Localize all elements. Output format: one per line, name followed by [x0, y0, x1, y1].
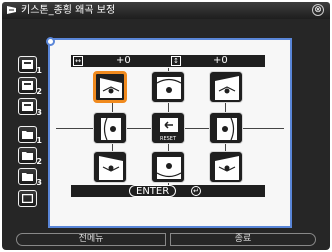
- bottom-right-corner-icon: [215, 156, 239, 180]
- horizontal-value: +0: [116, 55, 131, 66]
- enter-hint-bar: ENTER ↵: [71, 185, 265, 197]
- keystone-bottom-button[interactable]: [151, 151, 185, 183]
- keystone-top-left-button[interactable]: [93, 71, 127, 103]
- memory-3-button[interactable]: 3: [18, 98, 42, 117]
- keystone-bottom-left-button[interactable]: [93, 151, 127, 183]
- horizontal-icon: ↔: [73, 56, 83, 66]
- top-edge-icon: [156, 77, 182, 99]
- folder-number: 1: [36, 136, 42, 145]
- close-button[interactable]: ⊗: [312, 4, 324, 16]
- memory-icon: [22, 60, 33, 69]
- previous-menu-button[interactable]: 전메뉴: [16, 233, 166, 246]
- memory-icon: [22, 102, 33, 111]
- memory-number: 2: [36, 87, 42, 96]
- screen-button[interactable]: [18, 190, 37, 207]
- keystone-bottom-right-button[interactable]: [209, 151, 243, 183]
- exit-button[interactable]: 종료: [170, 233, 316, 246]
- memory-number: 1: [36, 66, 42, 75]
- vertical-icon: ↕: [171, 56, 181, 66]
- bottom-left-corner-icon: [99, 156, 123, 180]
- top-right-corner-icon: [215, 76, 239, 100]
- vertical-value: +0: [213, 55, 228, 66]
- folder-icon: [22, 152, 33, 160]
- keystone-icon: [7, 6, 16, 14]
- keystone-top-button[interactable]: [151, 71, 185, 103]
- reset-button[interactable]: RESET: [151, 112, 185, 144]
- right-edge-icon: [217, 117, 237, 141]
- keystone-right-button[interactable]: [209, 112, 243, 144]
- enter-icon: ↵: [191, 186, 201, 196]
- screen-icon: [22, 194, 33, 203]
- folder-number: 3: [36, 178, 42, 187]
- reset-icon: [160, 118, 178, 132]
- keystone-top-right-button[interactable]: [209, 71, 243, 103]
- folder-number: 2: [36, 157, 42, 166]
- value-bar: ↔ +0 ↕ +0: [71, 55, 265, 67]
- bottom-edge-icon: [156, 157, 182, 179]
- memory-1-button[interactable]: 1: [18, 56, 42, 75]
- folder-3-button[interactable]: 3: [18, 168, 42, 187]
- memory-number: 3: [36, 108, 42, 117]
- memory-2-button[interactable]: 2: [18, 77, 42, 96]
- top-left-corner-icon: [100, 78, 122, 98]
- enter-label[interactable]: ENTER: [129, 185, 177, 197]
- keystone-left-button[interactable]: [93, 112, 127, 144]
- reset-label: RESET: [159, 136, 177, 142]
- folder-icon: [22, 131, 33, 139]
- folder-2-button[interactable]: 2: [18, 147, 42, 166]
- panel-corner-marker: [46, 37, 55, 46]
- title-bar: 키스톤_종횡 왜곡 보정 ⊗: [2, 2, 330, 19]
- folder-icon: [22, 173, 33, 181]
- folder-1-button[interactable]: 1: [18, 126, 42, 145]
- memory-icon: [22, 81, 33, 90]
- window-title: 키스톤_종횡 왜곡 보정: [21, 5, 116, 16]
- left-edge-icon: [101, 117, 121, 141]
